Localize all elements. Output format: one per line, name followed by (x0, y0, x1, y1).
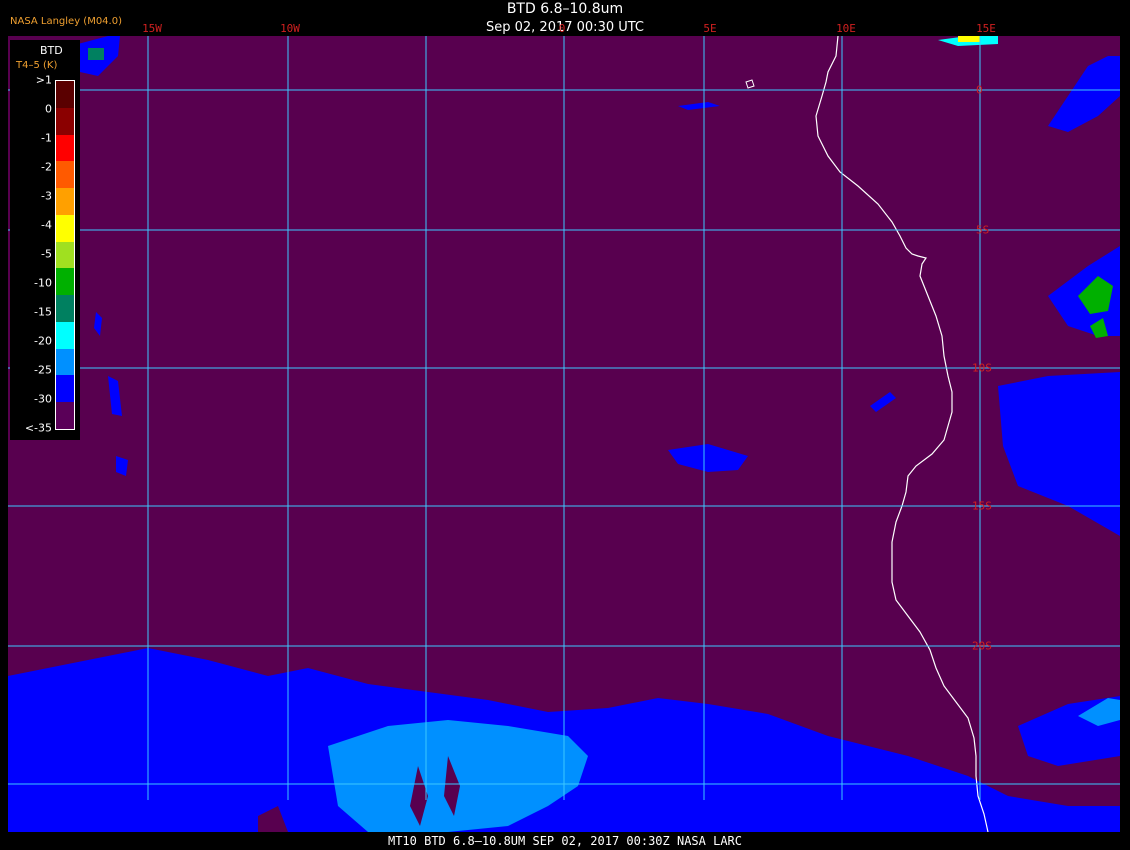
lon-label-10w: 10W (280, 22, 300, 35)
cloud-west-green (88, 48, 104, 60)
satellite-map (8, 36, 1120, 832)
legend-colorbar (55, 80, 75, 430)
legend-swatch (56, 134, 74, 162)
legend-swatch (56, 107, 74, 135)
lon-label-5e: 5E (703, 22, 717, 35)
lat-label-15s: 15S (972, 499, 992, 513)
legend-swatch (56, 81, 74, 108)
product-title: BTD 6.8–10.8um (506, 1, 624, 17)
color-legend: BTD T4–5 (K) >1 0 -1 -2 -3 -4 -5 -10 -15 -20 -25 -3… (10, 40, 80, 440)
legend-tick-label: 0 (45, 102, 52, 116)
legend-swatch (56, 188, 74, 215)
legend-tick-label: -20 (34, 334, 52, 348)
legend-tick-label: -3 (41, 189, 52, 203)
lon-label-10e: 10E (836, 22, 856, 35)
legend-title: BTD (40, 44, 63, 57)
legend-tick-label: -15 (34, 305, 52, 319)
lon-label-15w: 15W (142, 22, 162, 35)
legend-tick-label: >1 (35, 73, 52, 87)
legend-tick-label: -4 (41, 218, 52, 232)
legend-tick-label: <-35 (24, 421, 52, 435)
lat-label-5s: 5S (976, 223, 990, 237)
legend-swatch (56, 214, 74, 242)
legend-swatch (56, 321, 74, 349)
legend-swatch (56, 161, 74, 189)
legend-subtitle: T4–5 (K) (16, 60, 58, 71)
lat-label-20s: 20S (972, 639, 992, 653)
legend-tick-label: -2 (41, 160, 52, 174)
lon-label-15e: 15E (976, 22, 996, 35)
lon-label-0: 0 (558, 22, 566, 35)
cloud-northeast-yellow (958, 36, 980, 42)
legend-tick-label: -1 (41, 131, 52, 145)
credit-label: NASA Langley (M04.0) (10, 16, 122, 27)
legend-swatch (56, 375, 74, 403)
footer-caption: MT10 BTD 6.8–10.8UM SEP 02, 2017 00:30Z … (387, 834, 742, 848)
lat-label-10s: 10S (972, 361, 992, 375)
legend-tick-label: -5 (41, 247, 52, 261)
legend-tick-label: -30 (34, 392, 52, 406)
legend-tick-label: -10 (34, 276, 52, 290)
legend-swatch (56, 268, 74, 296)
legend-swatch (56, 241, 74, 269)
lat-label-0: 0 (976, 83, 983, 97)
legend-swatch (56, 402, 74, 429)
legend-swatch (56, 348, 74, 376)
legend-swatch (56, 295, 74, 322)
legend-tick-label: -25 (34, 363, 52, 377)
